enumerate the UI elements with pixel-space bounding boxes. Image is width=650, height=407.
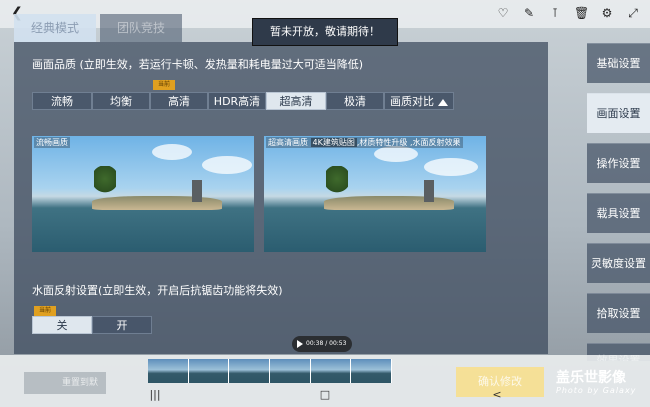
expand-icon[interactable]: ⤢	[626, 4, 640, 22]
cloud-shape	[152, 144, 192, 160]
tree-shape	[326, 166, 348, 198]
sidebar-item-pickup[interactable]: 拾取设置	[587, 293, 650, 333]
quality-option-balanced[interactable]: 均衡	[92, 92, 150, 110]
triangle-up-icon	[438, 98, 448, 106]
quality-option-ultra-hd[interactable]: 超高清	[266, 92, 326, 110]
trash-icon[interactable]: 🗑	[574, 4, 589, 22]
heart-icon[interactable]: ♡	[496, 4, 510, 22]
current-water-tag: 当前	[34, 306, 56, 316]
watermark-sub: Photo by Galaxy	[556, 386, 637, 395]
pencil-icon[interactable]: ✎	[522, 4, 536, 22]
share-icon[interactable]: ⊺	[548, 4, 562, 22]
preview-smooth-label: 流畅画质	[34, 137, 70, 148]
preview-ultra-hd-title: 超高清画质	[268, 138, 308, 147]
preview-ultra-hd-label: 超高清画质 4K建筑贴图 ,材质特性升级 ,水面反射效果	[266, 137, 463, 148]
video-thumbnail[interactable]	[188, 359, 230, 383]
quality-compare-toggle[interactable]: 画质对比	[384, 92, 454, 110]
watermark: 盖乐世影像 Photo by Galaxy	[556, 370, 646, 395]
island-shape	[324, 196, 454, 210]
quality-option-smooth[interactable]: 流畅	[32, 92, 92, 110]
video-thumbnail[interactable]	[229, 359, 271, 383]
toast-message: 暂未开放，敬请期待！	[252, 18, 398, 46]
tower-shape	[192, 180, 202, 202]
tab-classic-mode[interactable]: 经典模式	[14, 14, 96, 42]
sidebar-item-controls[interactable]: 操作设置	[587, 143, 650, 183]
quality-option-hdr-hd[interactable]: HDR高清	[208, 92, 266, 110]
settings-icon[interactable]: ⚙	[600, 4, 614, 22]
video-thumbnail[interactable]	[148, 359, 189, 383]
tab-team-deathmatch[interactable]: 团队竞技	[100, 14, 182, 42]
quality-compare-label: 画质对比	[390, 95, 434, 108]
video-thumbnail[interactable]	[310, 359, 352, 383]
video-time: 00:38 / 00:53	[306, 340, 347, 347]
island-shape	[92, 196, 222, 210]
preview-ultra-hd: 超高清画质 4K建筑贴图 ,材质特性升级 ,水面反射效果	[264, 136, 486, 252]
water-reflection-title: 水面反射设置(立即生效，开启后抗锯齿功能将失效)	[32, 284, 283, 297]
viewer-actions: ♡ ✎ ⊺ 🗑 ⚙ ⤢	[496, 4, 640, 22]
quality-option-hd[interactable]: 高清	[150, 92, 208, 110]
water-option-off[interactable]: 关	[32, 316, 92, 334]
cloud-shape	[424, 158, 478, 176]
tree-shape	[94, 166, 116, 198]
graphics-quality-options: 流畅 均衡 高清 HDR高清 超高清 极清 画质对比	[32, 92, 454, 110]
preview-4k-highlight: 4K建筑贴图	[310, 138, 357, 147]
sidebar-item-sensitivity[interactable]: 灵敏度设置	[587, 243, 650, 283]
play-icon[interactable]	[297, 340, 303, 348]
sidebar-item-vehicle[interactable]: 载具设置	[587, 193, 650, 233]
video-thumbnail[interactable]	[270, 359, 311, 383]
recent-apps-icon[interactable]: |||	[148, 388, 162, 402]
water-option-on[interactable]: 开	[92, 316, 152, 334]
video-thumbnail[interactable]	[351, 359, 393, 383]
current-quality-tag: 当前	[153, 80, 175, 90]
cloud-shape	[202, 156, 252, 174]
sidebar-item-graphics[interactable]: 画面设置	[587, 93, 650, 133]
preview-smooth: 流畅画质	[32, 136, 254, 252]
preview-ultra-hd-features: ,材质特性升级 ,水面反射效果	[356, 138, 461, 147]
sidebar-item-basic[interactable]: 基础设置	[587, 43, 650, 83]
nav-back-icon[interactable]: <	[490, 388, 504, 402]
video-thumbnail-strip[interactable]	[148, 359, 393, 383]
system-nav-bar: ||| □ <	[0, 385, 650, 407]
watermark-main: 盖乐世影像	[556, 370, 626, 386]
home-icon[interactable]: □	[318, 388, 332, 402]
mode-tabs: 经典模式 团队竞技	[14, 14, 182, 42]
water-reflection-options: 关 开	[32, 316, 152, 334]
quality-option-extreme[interactable]: 极清	[326, 92, 384, 110]
cloud-shape	[374, 146, 418, 162]
settings-sidebar: 基础设置 画面设置 操作设置 载具设置 灵敏度设置 拾取设置 效果设置	[587, 35, 650, 361]
graphics-quality-title: 画面品质 (立即生效，若运行卡顿、发热量和耗电量过大可适当降低)	[32, 58, 364, 71]
tower-shape	[424, 180, 434, 202]
video-player-pill[interactable]: 00:38 / 00:53	[292, 336, 352, 352]
